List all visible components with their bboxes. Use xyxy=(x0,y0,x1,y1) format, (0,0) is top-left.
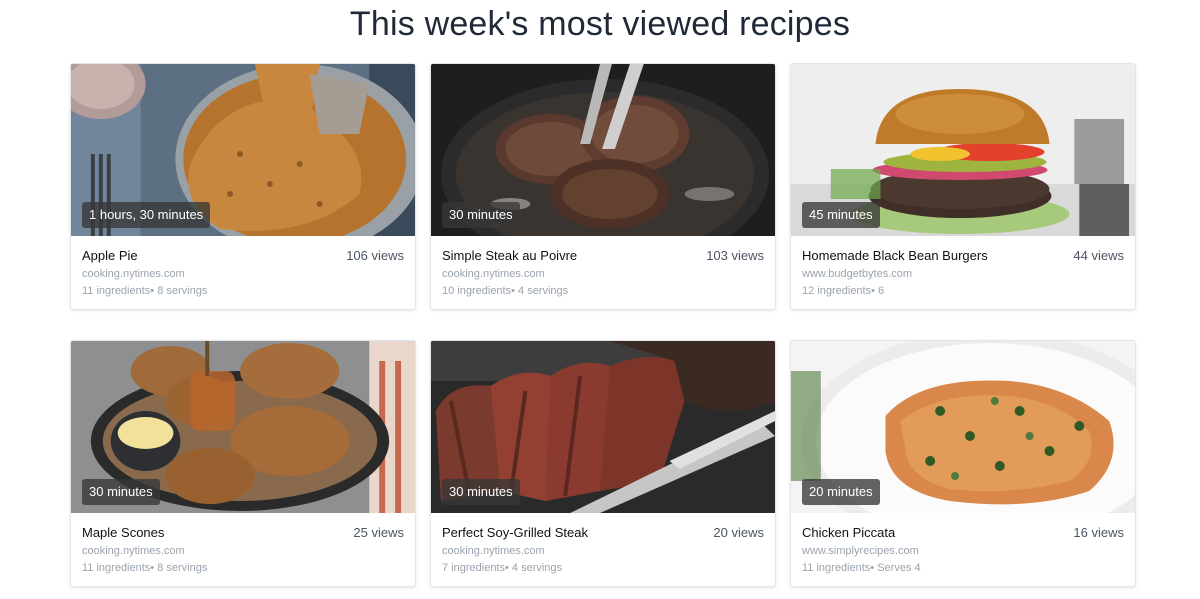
recipe-meta: 11 ingredients• 8 servings xyxy=(82,284,404,298)
ingredient-count: 7 ingredients xyxy=(442,562,505,574)
ingredient-count: 11 ingredients xyxy=(82,285,151,297)
cook-time-badge: 45 minutes xyxy=(802,202,880,228)
serving-count: • 4 servings xyxy=(511,285,569,297)
recipe-photo[interactable]: 20 minutes xyxy=(791,341,1135,513)
cook-time-badge: 30 minutes xyxy=(82,479,160,505)
recipe-photo[interactable]: 30 minutes xyxy=(71,341,415,513)
recipe-source: www.budgetbytes.com xyxy=(802,268,913,280)
recipe-card[interactable]: 30 minutes Perfect Soy-Grilled Steak 20 … xyxy=(430,340,776,587)
recipe-source: cooking.nytimes.com xyxy=(442,545,545,557)
serving-count: • 8 servings xyxy=(150,285,208,297)
recipe-title[interactable]: Chicken Piccata xyxy=(802,525,895,541)
view-count: 20 views xyxy=(713,525,764,540)
recipe-meta: 10 ingredients• 4 servings xyxy=(442,284,764,298)
recipes-page: This week's most viewed recipes 1 hours,… xyxy=(0,0,1200,599)
recipe-card[interactable]: 1 hours, 30 minutes Apple Pie 106 views … xyxy=(70,63,416,310)
ingredient-count: 11 ingredients xyxy=(82,562,151,574)
recipe-photo[interactable]: 1 hours, 30 minutes xyxy=(71,64,415,236)
cook-time-badge: 30 minutes xyxy=(442,202,520,228)
recipe-grid: 1 hours, 30 minutes Apple Pie 106 views … xyxy=(70,63,1137,587)
view-count: 16 views xyxy=(1073,525,1124,540)
serving-count: • 6 xyxy=(871,285,885,297)
view-count: 44 views xyxy=(1073,248,1124,263)
recipe-source: www.simplyrecipes.com xyxy=(802,545,919,557)
recipe-title[interactable]: Apple Pie xyxy=(82,248,138,264)
recipe-meta: 11 ingredients• Serves 4 xyxy=(802,561,1124,575)
serving-count: • 4 servings xyxy=(505,562,563,574)
cook-time-badge: 30 minutes xyxy=(442,479,520,505)
recipe-title[interactable]: Perfect Soy-Grilled Steak xyxy=(442,525,588,541)
recipe-title[interactable]: Maple Scones xyxy=(82,525,164,541)
view-count: 25 views xyxy=(353,525,404,540)
ingredient-count: 11 ingredients xyxy=(802,562,871,574)
cook-time-badge: 20 minutes xyxy=(802,479,880,505)
view-count: 106 views xyxy=(346,248,404,263)
recipe-source: cooking.nytimes.com xyxy=(82,545,185,557)
cook-time-badge: 1 hours, 30 minutes xyxy=(82,202,211,228)
recipe-card[interactable]: 45 minutes Homemade Black Bean Burgers 4… xyxy=(790,63,1136,310)
recipe-photo[interactable]: 30 minutes xyxy=(431,341,775,513)
ingredient-count: 12 ingredients xyxy=(802,285,872,297)
recipe-card[interactable]: 20 minutes Chicken Piccata 16 views www.… xyxy=(790,340,1136,587)
recipe-title[interactable]: Homemade Black Bean Burgers xyxy=(802,248,988,264)
recipe-card[interactable]: 30 minutes Maple Scones 25 views cooking… xyxy=(70,340,416,587)
ingredient-count: 10 ingredients xyxy=(442,285,512,297)
recipe-photo[interactable]: 30 minutes xyxy=(431,64,775,236)
recipe-photo[interactable]: 45 minutes xyxy=(791,64,1135,236)
page-title: This week's most viewed recipes xyxy=(349,5,851,43)
serving-count: • 8 servings xyxy=(150,562,208,574)
serving-count: • Serves 4 xyxy=(870,562,921,574)
view-count: 103 views xyxy=(706,248,764,263)
recipe-meta: 11 ingredients• 8 servings xyxy=(82,561,404,575)
recipe-source: cooking.nytimes.com xyxy=(82,268,185,280)
recipe-meta: 7 ingredients• 4 servings xyxy=(442,561,764,575)
recipe-meta: 12 ingredients• 6 xyxy=(802,284,1124,298)
recipe-card[interactable]: 30 minutes Simple Steak au Poivre 103 vi… xyxy=(430,63,776,310)
recipe-title[interactable]: Simple Steak au Poivre xyxy=(442,248,577,264)
recipe-source: cooking.nytimes.com xyxy=(442,268,545,280)
